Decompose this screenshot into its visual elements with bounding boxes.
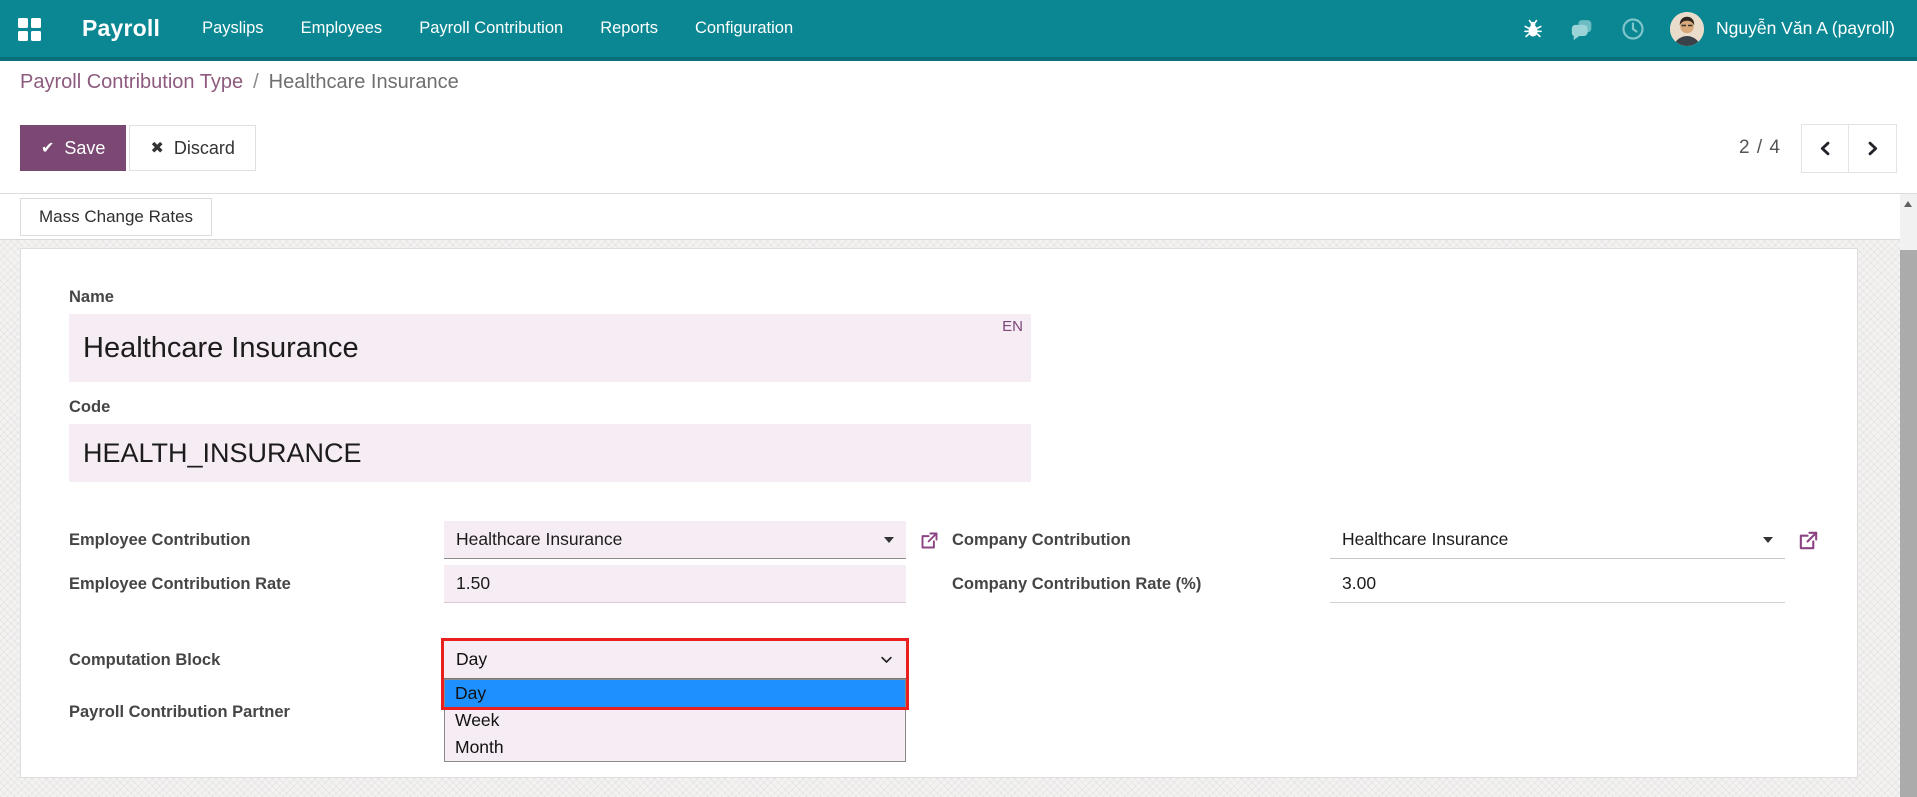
apps-menu-button[interactable] — [0, 0, 58, 57]
computation-block-selected-value: Day — [456, 649, 487, 670]
scrollbar-thumb[interactable] — [1900, 250, 1917, 797]
computation-block-options: Day Week Month — [444, 679, 906, 762]
apps-grid-icon — [18, 18, 40, 40]
menu-payroll-contribution[interactable]: Payroll Contribution — [419, 19, 563, 38]
breadcrumb: Payroll Contribution Type / Healthcare I… — [0, 61, 1917, 103]
menu-reports[interactable]: Reports — [600, 19, 658, 38]
name-value: Healthcare Insurance — [83, 332, 359, 365]
company-contribution-rate-value: 3.00 — [1342, 573, 1376, 594]
employee-contribution-rate-value: 1.50 — [456, 573, 490, 594]
code-value: HEALTH_INSURANCE — [83, 438, 362, 469]
company-contribution-rate-input[interactable]: 3.00 — [1330, 565, 1785, 603]
partner-row: Payroll Contribution Partner — [69, 692, 1857, 732]
employee-contribution-value: Healthcare Insurance — [456, 529, 622, 550]
employee-contribution-open-record[interactable] — [906, 530, 952, 551]
form-sheet: Name Healthcare Insurance EN Code HEALTH… — [20, 248, 1858, 778]
computation-block-select-wrap: Day Day Week Month — [444, 641, 906, 679]
computation-block-label: Computation Block — [69, 651, 444, 670]
previous-record-button[interactable] — [1801, 124, 1849, 173]
menu-payslips[interactable]: Payslips — [202, 19, 263, 38]
external-link-icon — [919, 530, 940, 551]
top-navbar: Payroll Payslips Employees Payroll Contr… — [0, 0, 1917, 61]
select-chevron-icon — [879, 652, 894, 667]
vertical-scrollbar[interactable] — [1900, 194, 1917, 797]
company-contribution-label: Company Contribution — [952, 531, 1330, 550]
chevron-right-icon — [1864, 140, 1881, 157]
save-button-label: Save — [64, 138, 105, 159]
employee-contribution-dropdown[interactable]: Healthcare Insurance — [444, 521, 906, 559]
employee-contribution-rate-label: Employee Contribution Rate — [69, 575, 444, 594]
computation-block-row: Computation Block Day Day Week Month — [69, 640, 1857, 680]
discard-button-label: Discard — [174, 138, 235, 159]
form-button-row: Mass Change Rates — [0, 194, 1917, 240]
option-day[interactable]: Day — [445, 680, 905, 707]
record-pager: 2 / 4 — [1739, 124, 1897, 173]
option-month[interactable]: Month — [445, 734, 905, 761]
code-label: Code — [69, 398, 1857, 417]
user-menu[interactable]: Nguyễn Văn A (payroll) — [1670, 12, 1895, 46]
menu-employees[interactable]: Employees — [301, 19, 383, 38]
external-link-icon — [1797, 529, 1820, 552]
employee-contribution-rate-input[interactable]: 1.50 — [444, 565, 906, 603]
check-icon: ✔ — [41, 138, 54, 158]
save-button[interactable]: ✔ Save — [20, 125, 126, 171]
discard-button[interactable]: ✖ Discard — [129, 125, 255, 171]
breadcrumb-separator: / — [253, 71, 259, 94]
payroll-contribution-partner-label: Payroll Contribution Partner — [69, 703, 444, 722]
scrollbar-up-arrow-icon[interactable] — [1904, 201, 1912, 207]
chevron-left-icon — [1817, 140, 1834, 157]
breadcrumb-current: Healthcare Insurance — [269, 71, 459, 94]
breadcrumb-parent-link[interactable]: Payroll Contribution Type — [20, 71, 243, 94]
navbar-right: Nguyễn Văn A (payroll) — [1520, 12, 1917, 46]
form-view-background: Name Healthcare Insurance EN Code HEALTH… — [0, 240, 1917, 797]
option-week[interactable]: Week — [445, 707, 905, 734]
name-label: Name — [69, 288, 1857, 307]
messages-chat-icon[interactable] — [1570, 16, 1596, 42]
debug-bug-icon[interactable] — [1520, 16, 1546, 42]
computation-block-select[interactable]: Day — [444, 641, 906, 679]
dropdown-caret-icon — [884, 537, 894, 543]
contribution-row: Employee Contribution Healthcare Insuran… — [69, 520, 1857, 560]
employee-contribution-label: Employee Contribution — [69, 531, 444, 550]
dropdown-caret-icon — [1763, 537, 1773, 543]
company-contribution-open-record[interactable] — [1785, 529, 1831, 552]
user-name: Nguyễn Văn A (payroll) — [1716, 18, 1895, 39]
activities-clock-icon[interactable] — [1620, 16, 1646, 42]
code-input[interactable]: HEALTH_INSURANCE — [69, 424, 1031, 482]
company-contribution-value: Healthcare Insurance — [1342, 529, 1508, 550]
x-icon: ✖ — [150, 138, 163, 158]
pager-count: 2 / 4 — [1739, 137, 1781, 159]
company-contribution-rate-label: Company Contribution Rate (%) — [952, 575, 1330, 594]
next-record-button[interactable] — [1849, 124, 1897, 173]
main-menu: Payslips Employees Payroll Contribution … — [202, 19, 793, 38]
name-input[interactable]: Healthcare Insurance EN — [69, 314, 1031, 382]
app-title: Payroll — [82, 15, 160, 42]
rate-row: Employee Contribution Rate 1.50 Company … — [69, 564, 1857, 604]
company-contribution-dropdown[interactable]: Healthcare Insurance — [1330, 521, 1785, 559]
translation-badge[interactable]: EN — [1002, 318, 1023, 335]
control-panel: ✔ Save ✖ Discard 2 / 4 — [0, 103, 1917, 194]
mass-change-rates-button[interactable]: Mass Change Rates — [20, 198, 212, 236]
menu-configuration[interactable]: Configuration — [695, 19, 793, 38]
avatar — [1670, 12, 1704, 46]
